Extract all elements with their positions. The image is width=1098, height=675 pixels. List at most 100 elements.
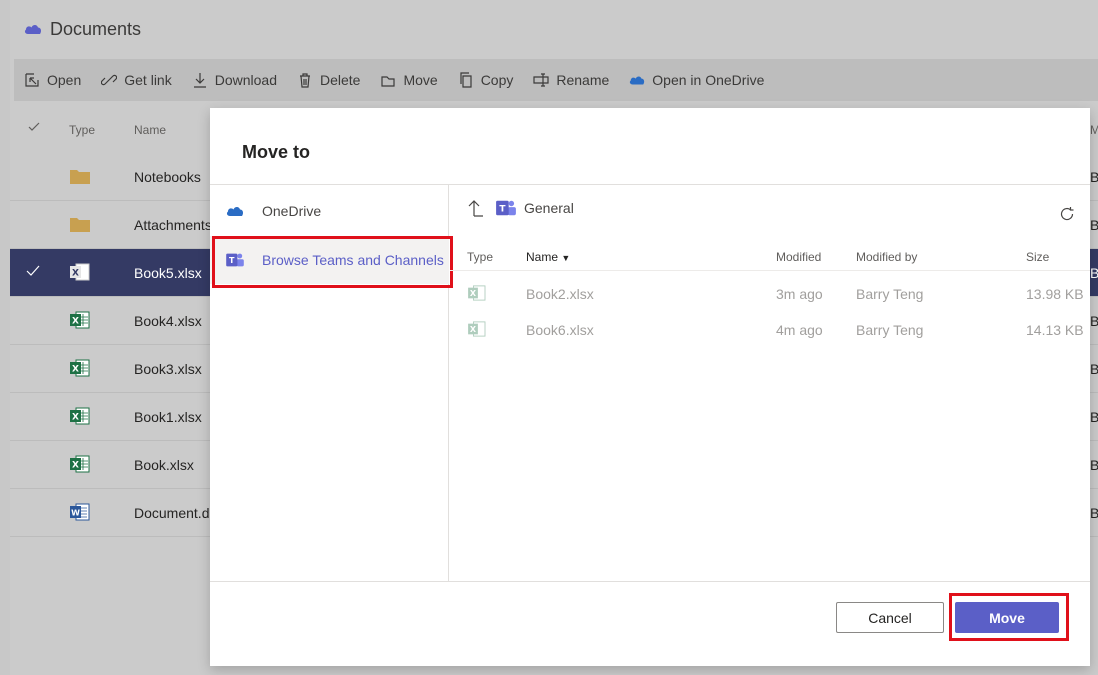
- file-name: Attachments: [134, 217, 212, 233]
- move-toolbar-button[interactable]: Move: [380, 72, 438, 88]
- nav-item-onedrive[interactable]: OneDrive: [210, 187, 449, 235]
- file-modified-by: Barry Teng: [856, 322, 924, 338]
- column-name[interactable]: Name: [134, 123, 166, 137]
- rename-label: Rename: [556, 72, 610, 88]
- file-name: Book.xlsx: [134, 457, 194, 473]
- rename-button[interactable]: Rename: [533, 72, 609, 88]
- excel-icon: X: [70, 407, 90, 425]
- divider: [210, 581, 1090, 582]
- move-icon: [381, 76, 396, 87]
- onedrive-cloud-icon: [24, 25, 42, 34]
- excel-icon: X: [70, 311, 90, 329]
- file-table-header: Type Name ▼ Modified Modified by Size: [450, 247, 1090, 271]
- svg-text:X: X: [72, 269, 79, 279]
- column-modified[interactable]: Modified: [776, 250, 821, 264]
- column-size[interactable]: Size: [1026, 250, 1049, 264]
- file-name: Book3.xlsx: [134, 361, 202, 377]
- open-in-onedrive-label: Open in OneDrive: [652, 72, 765, 88]
- highlight-annotation: [949, 593, 1069, 641]
- get-link-label: Get link: [124, 72, 172, 88]
- row-modified-partial: B: [1090, 409, 1098, 425]
- file-modified: 4m ago: [776, 322, 823, 338]
- row-modified-partial: B: [1090, 457, 1098, 473]
- row-modified-partial: B: [1090, 361, 1098, 377]
- open-button[interactable]: Open: [24, 72, 81, 88]
- file-size: 14.13 KB: [1026, 322, 1084, 338]
- onedrive-icon: [226, 207, 244, 216]
- move-to-dialog: Move to OneDrive T Browse Teams and Chan…: [210, 108, 1090, 666]
- svg-text:X: X: [72, 365, 79, 375]
- get-link-button[interactable]: Get link: [101, 72, 172, 88]
- excel-icon: X: [70, 263, 90, 281]
- row-modified-partial: B: [1090, 217, 1098, 233]
- cancel-button[interactable]: Cancel: [836, 602, 944, 633]
- open-icon: [25, 73, 39, 87]
- download-button[interactable]: Download: [192, 72, 277, 88]
- toolbar: Open Get link Download Delete Move Copy …: [14, 59, 1098, 101]
- open-in-onedrive-button[interactable]: Open in OneDrive: [629, 72, 764, 88]
- teams-icon: T: [496, 200, 516, 216]
- arrow-up-icon[interactable]: [468, 199, 484, 217]
- file-name: Book6.xlsx: [526, 322, 594, 338]
- file-name: Document.d: [134, 505, 210, 521]
- file-name: Book5.xlsx: [134, 265, 202, 281]
- column-name[interactable]: Name ▼: [526, 250, 570, 264]
- column-type[interactable]: Type: [467, 250, 493, 264]
- row-modified-partial: B: [1090, 169, 1098, 185]
- checkmark-icon[interactable]: [26, 264, 40, 278]
- rename-icon: [533, 73, 549, 87]
- folder-browser: T General Type Name ▼ Modified Modified …: [450, 185, 1090, 581]
- refresh-icon[interactable]: [1058, 205, 1076, 223]
- svg-text:X: X: [72, 317, 79, 327]
- select-all-check-icon[interactable]: [28, 121, 40, 136]
- svg-text:T: T: [499, 205, 506, 215]
- svg-text:X: X: [470, 289, 477, 298]
- excel-icon: X: [468, 321, 486, 337]
- dialog-title: Move to: [242, 142, 311, 162]
- excel-icon: X: [70, 359, 90, 377]
- copy-icon: [460, 72, 472, 88]
- nav-item-label: OneDrive: [262, 203, 322, 219]
- file-name: Book1.xlsx: [134, 409, 202, 425]
- page-title: Documents: [50, 18, 142, 39]
- trash-icon: [299, 73, 310, 88]
- delete-label: Delete: [319, 72, 361, 88]
- delete-button[interactable]: Delete: [297, 72, 360, 88]
- svg-text:X: X: [72, 461, 79, 471]
- column-modified-by[interactable]: Modified by: [856, 250, 917, 264]
- file-size: 13.98 KB: [1026, 286, 1084, 302]
- svg-text:X: X: [72, 413, 79, 423]
- excel-icon: X: [70, 455, 90, 473]
- table-row: X Book6.xlsx 4m ago Barry Teng 14.13 KB: [450, 312, 1090, 348]
- link-icon: [101, 74, 118, 86]
- move-toolbar-label: Move: [403, 72, 438, 88]
- column-type[interactable]: Type: [69, 123, 95, 137]
- row-modified-partial: B: [1090, 313, 1098, 329]
- page-header: Documents: [10, 0, 1098, 58]
- svg-text:W: W: [71, 509, 80, 518]
- folder-icon: [70, 218, 90, 232]
- sort-down-icon: ▼: [561, 253, 571, 263]
- svg-text:X: X: [470, 325, 477, 334]
- column-modified-partial: M: [1090, 123, 1098, 137]
- highlight-annotation: [212, 236, 453, 288]
- open-label: Open: [47, 72, 82, 88]
- copy-label: Copy: [480, 72, 514, 88]
- folder-icon: [70, 170, 90, 184]
- row-modified-partial: B: [1090, 505, 1098, 521]
- file-name: Notebooks: [134, 169, 201, 185]
- file-name: Book4.xlsx: [134, 313, 202, 329]
- download-icon: [193, 73, 206, 88]
- current-folder: General: [524, 200, 574, 216]
- file-name: Book2.xlsx: [526, 286, 594, 302]
- onedrive-icon: [630, 76, 645, 85]
- breadcrumb: T General: [468, 199, 574, 217]
- copy-button[interactable]: Copy: [458, 72, 514, 88]
- excel-icon: X: [468, 285, 486, 301]
- file-modified-by: Barry Teng: [856, 286, 924, 302]
- word-icon: W: [70, 503, 90, 521]
- table-row: X Book2.xlsx 3m ago Barry Teng 13.98 KB: [450, 276, 1090, 312]
- row-modified-partial: B: [1090, 265, 1098, 281]
- download-label: Download: [214, 72, 277, 88]
- file-modified: 3m ago: [776, 286, 823, 302]
